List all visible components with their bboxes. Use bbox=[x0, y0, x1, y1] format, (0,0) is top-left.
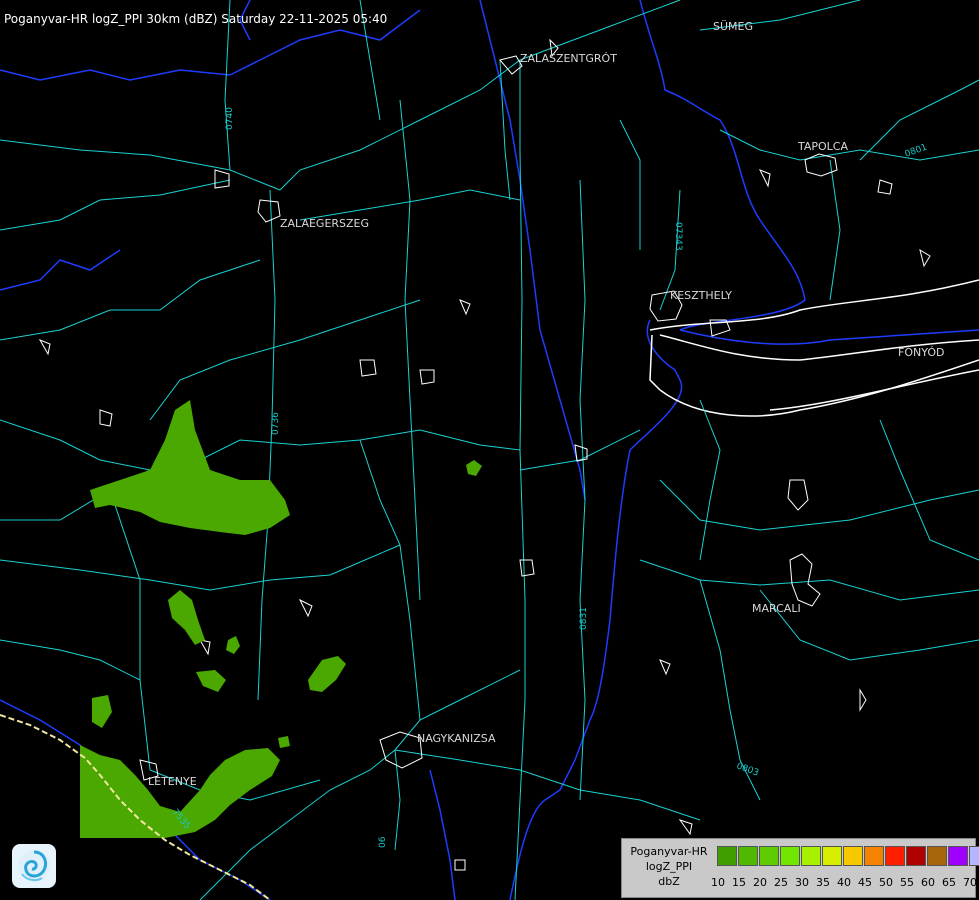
reflectivity-legend: Poganyvar-HR logZ_PPI dbZ 10 15 20 25 30 35 40… bbox=[621, 838, 979, 898]
city-label: NAGYKANIZSA bbox=[417, 732, 496, 745]
legend-swatches bbox=[717, 846, 979, 866]
legend-tick: 20 bbox=[753, 876, 767, 889]
legend-product: logZ_PPI bbox=[645, 860, 693, 873]
legend-tick: 45 bbox=[858, 876, 872, 889]
legend-swatch bbox=[948, 846, 968, 866]
city-label: ZALAEGERSZEG bbox=[280, 217, 369, 230]
legend-tick: 25 bbox=[774, 876, 788, 889]
legend-swatch bbox=[906, 846, 926, 866]
legend-swatch bbox=[927, 846, 947, 866]
legend-swatch bbox=[822, 846, 842, 866]
legend-swatch bbox=[801, 846, 821, 866]
city-label: TAPOLCA bbox=[797, 140, 848, 153]
legend-tick: 15 bbox=[732, 876, 746, 889]
city-labels: SÜMEG ZALASZENTGRÓT TAPOLCA ZALAEGERSZEG… bbox=[148, 20, 944, 788]
road-label: 0801 bbox=[904, 143, 929, 160]
legend-tick: 50 bbox=[879, 876, 893, 889]
echo-small-center bbox=[466, 460, 482, 476]
swirl-icon bbox=[18, 850, 50, 882]
legend-swatch bbox=[738, 846, 758, 866]
echo-southwest-2 bbox=[196, 670, 226, 692]
legend-swatch bbox=[864, 846, 884, 866]
city-label: ZALASZENTGRÓT bbox=[520, 52, 617, 65]
legend-title: Poganyvar-HR logZ_PPI dbZ bbox=[624, 844, 714, 889]
roads bbox=[0, 0, 979, 900]
legend-swatch bbox=[780, 846, 800, 866]
city-label: FONYÓD bbox=[898, 346, 944, 359]
city-label: KESZTHELY bbox=[670, 289, 732, 302]
legend-swatch bbox=[885, 846, 905, 866]
legend-tick: 35 bbox=[816, 876, 830, 889]
radar-title: Poganyvar-HR logZ_PPI 30km (dBZ) Saturda… bbox=[4, 12, 388, 26]
legend-tick: 40 bbox=[837, 876, 851, 889]
city-label: SÜMEG bbox=[713, 20, 753, 33]
radar-map-view: SÜMEG ZALASZENTGRÓT TAPOLCA ZALAEGERSZEG… bbox=[0, 0, 979, 900]
legend-tick: 60 bbox=[921, 876, 935, 889]
road-label: 06 bbox=[378, 836, 388, 848]
legend-tick: 70 bbox=[963, 876, 977, 889]
road-label: 0740 bbox=[225, 107, 235, 130]
echo-west bbox=[90, 400, 290, 535]
road-label: 0831 bbox=[579, 607, 589, 630]
city-label: LETENYE bbox=[148, 775, 197, 788]
legend-tick: 55 bbox=[900, 876, 914, 889]
radar-logo-icon bbox=[12, 844, 56, 888]
legend-swatch bbox=[969, 846, 979, 866]
echo-southwest-1 bbox=[168, 590, 205, 645]
legend-swatch bbox=[759, 846, 779, 866]
echo-mid-1 bbox=[278, 736, 290, 748]
legend-radar-name: Poganyvar-HR bbox=[630, 845, 708, 858]
road-label: 07343 bbox=[673, 222, 683, 251]
legend-swatch bbox=[717, 846, 737, 866]
road-label: 0736 bbox=[271, 412, 281, 435]
radar-map: SÜMEG ZALASZENTGRÓT TAPOLCA ZALAEGERSZEG… bbox=[0, 0, 979, 900]
city-label: MARCALI bbox=[752, 602, 801, 615]
legend-unit: dbZ bbox=[658, 875, 680, 888]
echo-southwest-3 bbox=[226, 636, 240, 654]
echo-south-center bbox=[308, 656, 346, 692]
legend-swatch bbox=[843, 846, 863, 866]
legend-tick: 65 bbox=[942, 876, 956, 889]
road-label: 0803 bbox=[735, 761, 760, 778]
legend-tick: 30 bbox=[795, 876, 809, 889]
echo-south-west-4 bbox=[92, 695, 112, 728]
legend-tick: 10 bbox=[711, 876, 725, 889]
